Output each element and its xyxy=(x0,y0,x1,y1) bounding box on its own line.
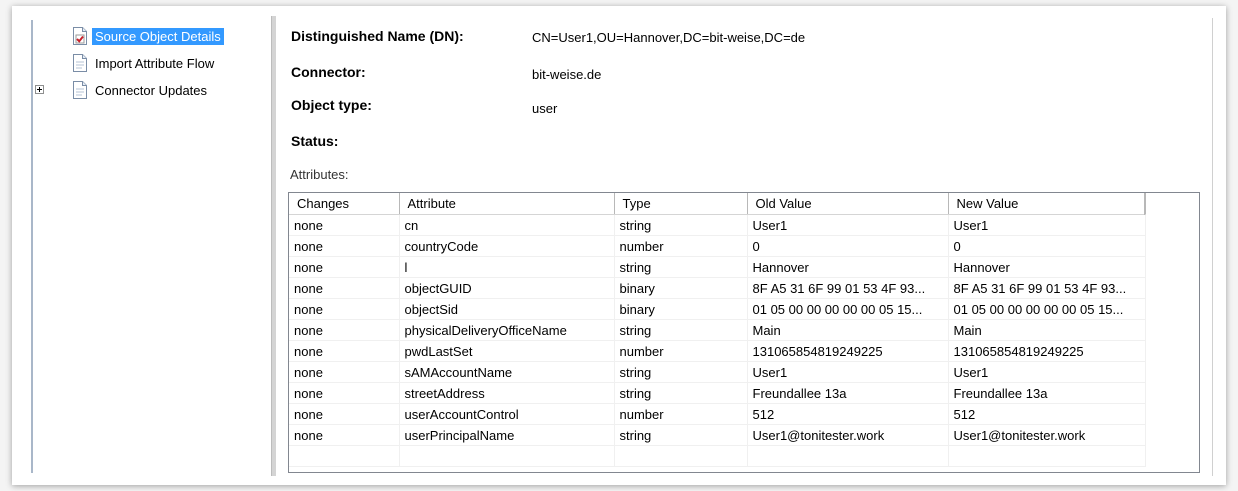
cell-old-value: Main xyxy=(747,319,949,341)
cell-attribute: userPrincipalName xyxy=(399,424,615,446)
cell-old-value: User1 xyxy=(747,214,949,236)
header-filler-divider xyxy=(1144,193,1145,215)
cell-type: string xyxy=(614,382,748,404)
dn-label: Distinguished Name (DN): xyxy=(291,28,464,44)
table-row[interactable]: none countryCode number 0 0 xyxy=(289,235,1146,257)
cell-attribute: streetAddress xyxy=(399,382,615,404)
cell-new-value: 8F A5 31 6F 99 01 53 4F 93... xyxy=(948,277,1146,299)
cell-type: string xyxy=(614,361,748,383)
cell-new-value: Freundallee 13a xyxy=(948,382,1146,404)
cell-changes: none xyxy=(289,382,400,404)
tree-item-label: Import Attribute Flow xyxy=(95,56,215,71)
column-header-attribute[interactable]: Attribute xyxy=(399,193,615,215)
cell-changes: none xyxy=(289,403,400,425)
cell-attribute: sAMAccountName xyxy=(399,361,615,383)
cell-new-value: 131065854819249225 xyxy=(948,340,1146,362)
table-row[interactable]: none sAMAccountName string User1 User1 xyxy=(289,361,1146,383)
document-icon xyxy=(72,54,88,72)
table-row[interactable]: none pwdLastSet number 131065854819249225 13… xyxy=(289,340,1146,362)
table-row[interactable]: none userAccountControl number 512 512 xyxy=(289,403,1146,425)
cell-changes: none xyxy=(289,256,400,278)
cell-changes: none xyxy=(289,361,400,383)
cell-type: binary xyxy=(614,298,748,320)
object-type-label: Object type: xyxy=(291,97,372,113)
cell-type: string xyxy=(614,319,748,341)
cell-type: string xyxy=(614,424,748,446)
cell-changes: none xyxy=(289,235,400,257)
object-type-value: user xyxy=(532,101,558,116)
cell-new-value: 01 05 00 00 00 00 00 05 15... xyxy=(948,298,1146,320)
connector-label: Connector: xyxy=(291,64,366,80)
cell-attribute: physicalDeliveryOfficeName xyxy=(399,319,615,341)
cell-old-value: 01 05 00 00 00 00 00 05 15... xyxy=(747,298,949,320)
navigation-tree: Source Object Details Import Attribute F… xyxy=(34,25,270,106)
cell-changes: none xyxy=(289,340,400,362)
attributes-caption: Attributes: xyxy=(290,167,349,182)
tree-item-import-attribute-flow[interactable]: Import Attribute Flow xyxy=(34,52,270,79)
table-row[interactable]: none streetAddress string Freundallee 13a Fr… xyxy=(289,382,1146,404)
cell-new-value: User1@tonitester.work xyxy=(948,424,1146,446)
tree-item-label: Connector Updates xyxy=(95,83,208,98)
cell-old-value: 512 xyxy=(747,403,949,425)
attributes-table[interactable]: Changes Attribute Type Old Value New Val… xyxy=(288,192,1200,473)
cell-old-value: 131065854819249225 xyxy=(747,340,949,362)
cell-attribute: userAccountControl xyxy=(399,403,615,425)
cell-old-value: 8F A5 31 6F 99 01 53 4F 93... xyxy=(747,277,949,299)
column-header-new-value[interactable]: New Value xyxy=(948,193,1146,215)
table-header-row: Changes Attribute Type Old Value New Val… xyxy=(289,193,1146,215)
cell-new-value: User1 xyxy=(948,361,1146,383)
window: Source Object Details Import Attribute F… xyxy=(12,6,1226,485)
cell-attribute: pwdLastSet xyxy=(399,340,615,362)
cell-attribute: objectGUID xyxy=(399,277,615,299)
document-icon xyxy=(72,81,88,99)
tree-item-label: Source Object Details xyxy=(92,28,224,45)
column-header-changes[interactable]: Changes xyxy=(289,193,400,215)
left-border xyxy=(31,20,33,473)
cell-changes: none xyxy=(289,298,400,320)
tree-item-source-object-details[interactable]: Source Object Details xyxy=(34,25,270,52)
cell-type: binary xyxy=(614,277,748,299)
status-label: Status: xyxy=(291,133,339,149)
expand-icon[interactable] xyxy=(35,85,44,94)
cell-new-value: Main xyxy=(948,319,1146,341)
table-row[interactable]: none userPrincipalName string User1@tonites… xyxy=(289,424,1146,446)
table-row[interactable]: none cn string User1 User1 xyxy=(289,214,1146,236)
table-row[interactable]: none physicalDeliveryOfficeName string Main… xyxy=(289,319,1146,341)
table-row[interactable]: none objectSid binary 01 05 00 00 00 00 00 … xyxy=(289,298,1146,320)
cell-new-value: 0 xyxy=(948,235,1146,257)
cell-attribute: objectSid xyxy=(399,298,615,320)
cell-new-value: User1 xyxy=(948,214,1146,236)
checked-document-icon xyxy=(72,27,88,45)
cell-type: number xyxy=(614,340,748,362)
cell-old-value: User1@tonitester.work xyxy=(747,424,949,446)
cell-changes: none xyxy=(289,277,400,299)
cell-new-value: Hannover xyxy=(948,256,1146,278)
empty-row xyxy=(289,445,1146,467)
cell-attribute: l xyxy=(399,256,615,278)
cell-attribute: cn xyxy=(399,214,615,236)
cell-type: string xyxy=(614,256,748,278)
pane-splitter[interactable] xyxy=(271,16,276,476)
cell-changes: none xyxy=(289,319,400,341)
cell-old-value: Freundallee 13a xyxy=(747,382,949,404)
cell-new-value: 512 xyxy=(948,403,1146,425)
right-border xyxy=(1212,18,1213,476)
table-row[interactable]: none objectGUID binary 8F A5 31 6F 99 01 53… xyxy=(289,277,1146,299)
cell-changes: none xyxy=(289,424,400,446)
cell-type: string xyxy=(614,214,748,236)
cell-old-value: Hannover xyxy=(747,256,949,278)
tree-item-connector-updates[interactable]: Connector Updates xyxy=(34,79,270,106)
cell-attribute: countryCode xyxy=(399,235,615,257)
column-header-type[interactable]: Type xyxy=(614,193,748,215)
column-header-old-value[interactable]: Old Value xyxy=(747,193,949,215)
cell-type: number xyxy=(614,235,748,257)
cell-old-value: User1 xyxy=(747,361,949,383)
connector-value: bit-weise.de xyxy=(532,67,602,82)
cell-old-value: 0 xyxy=(747,235,949,257)
dn-value: CN=User1,OU=Hannover,DC=bit-weise,DC=de xyxy=(532,30,806,45)
table-row[interactable]: none l string Hannover Hannover xyxy=(289,256,1146,278)
cell-type: number xyxy=(614,403,748,425)
cell-changes: none xyxy=(289,214,400,236)
